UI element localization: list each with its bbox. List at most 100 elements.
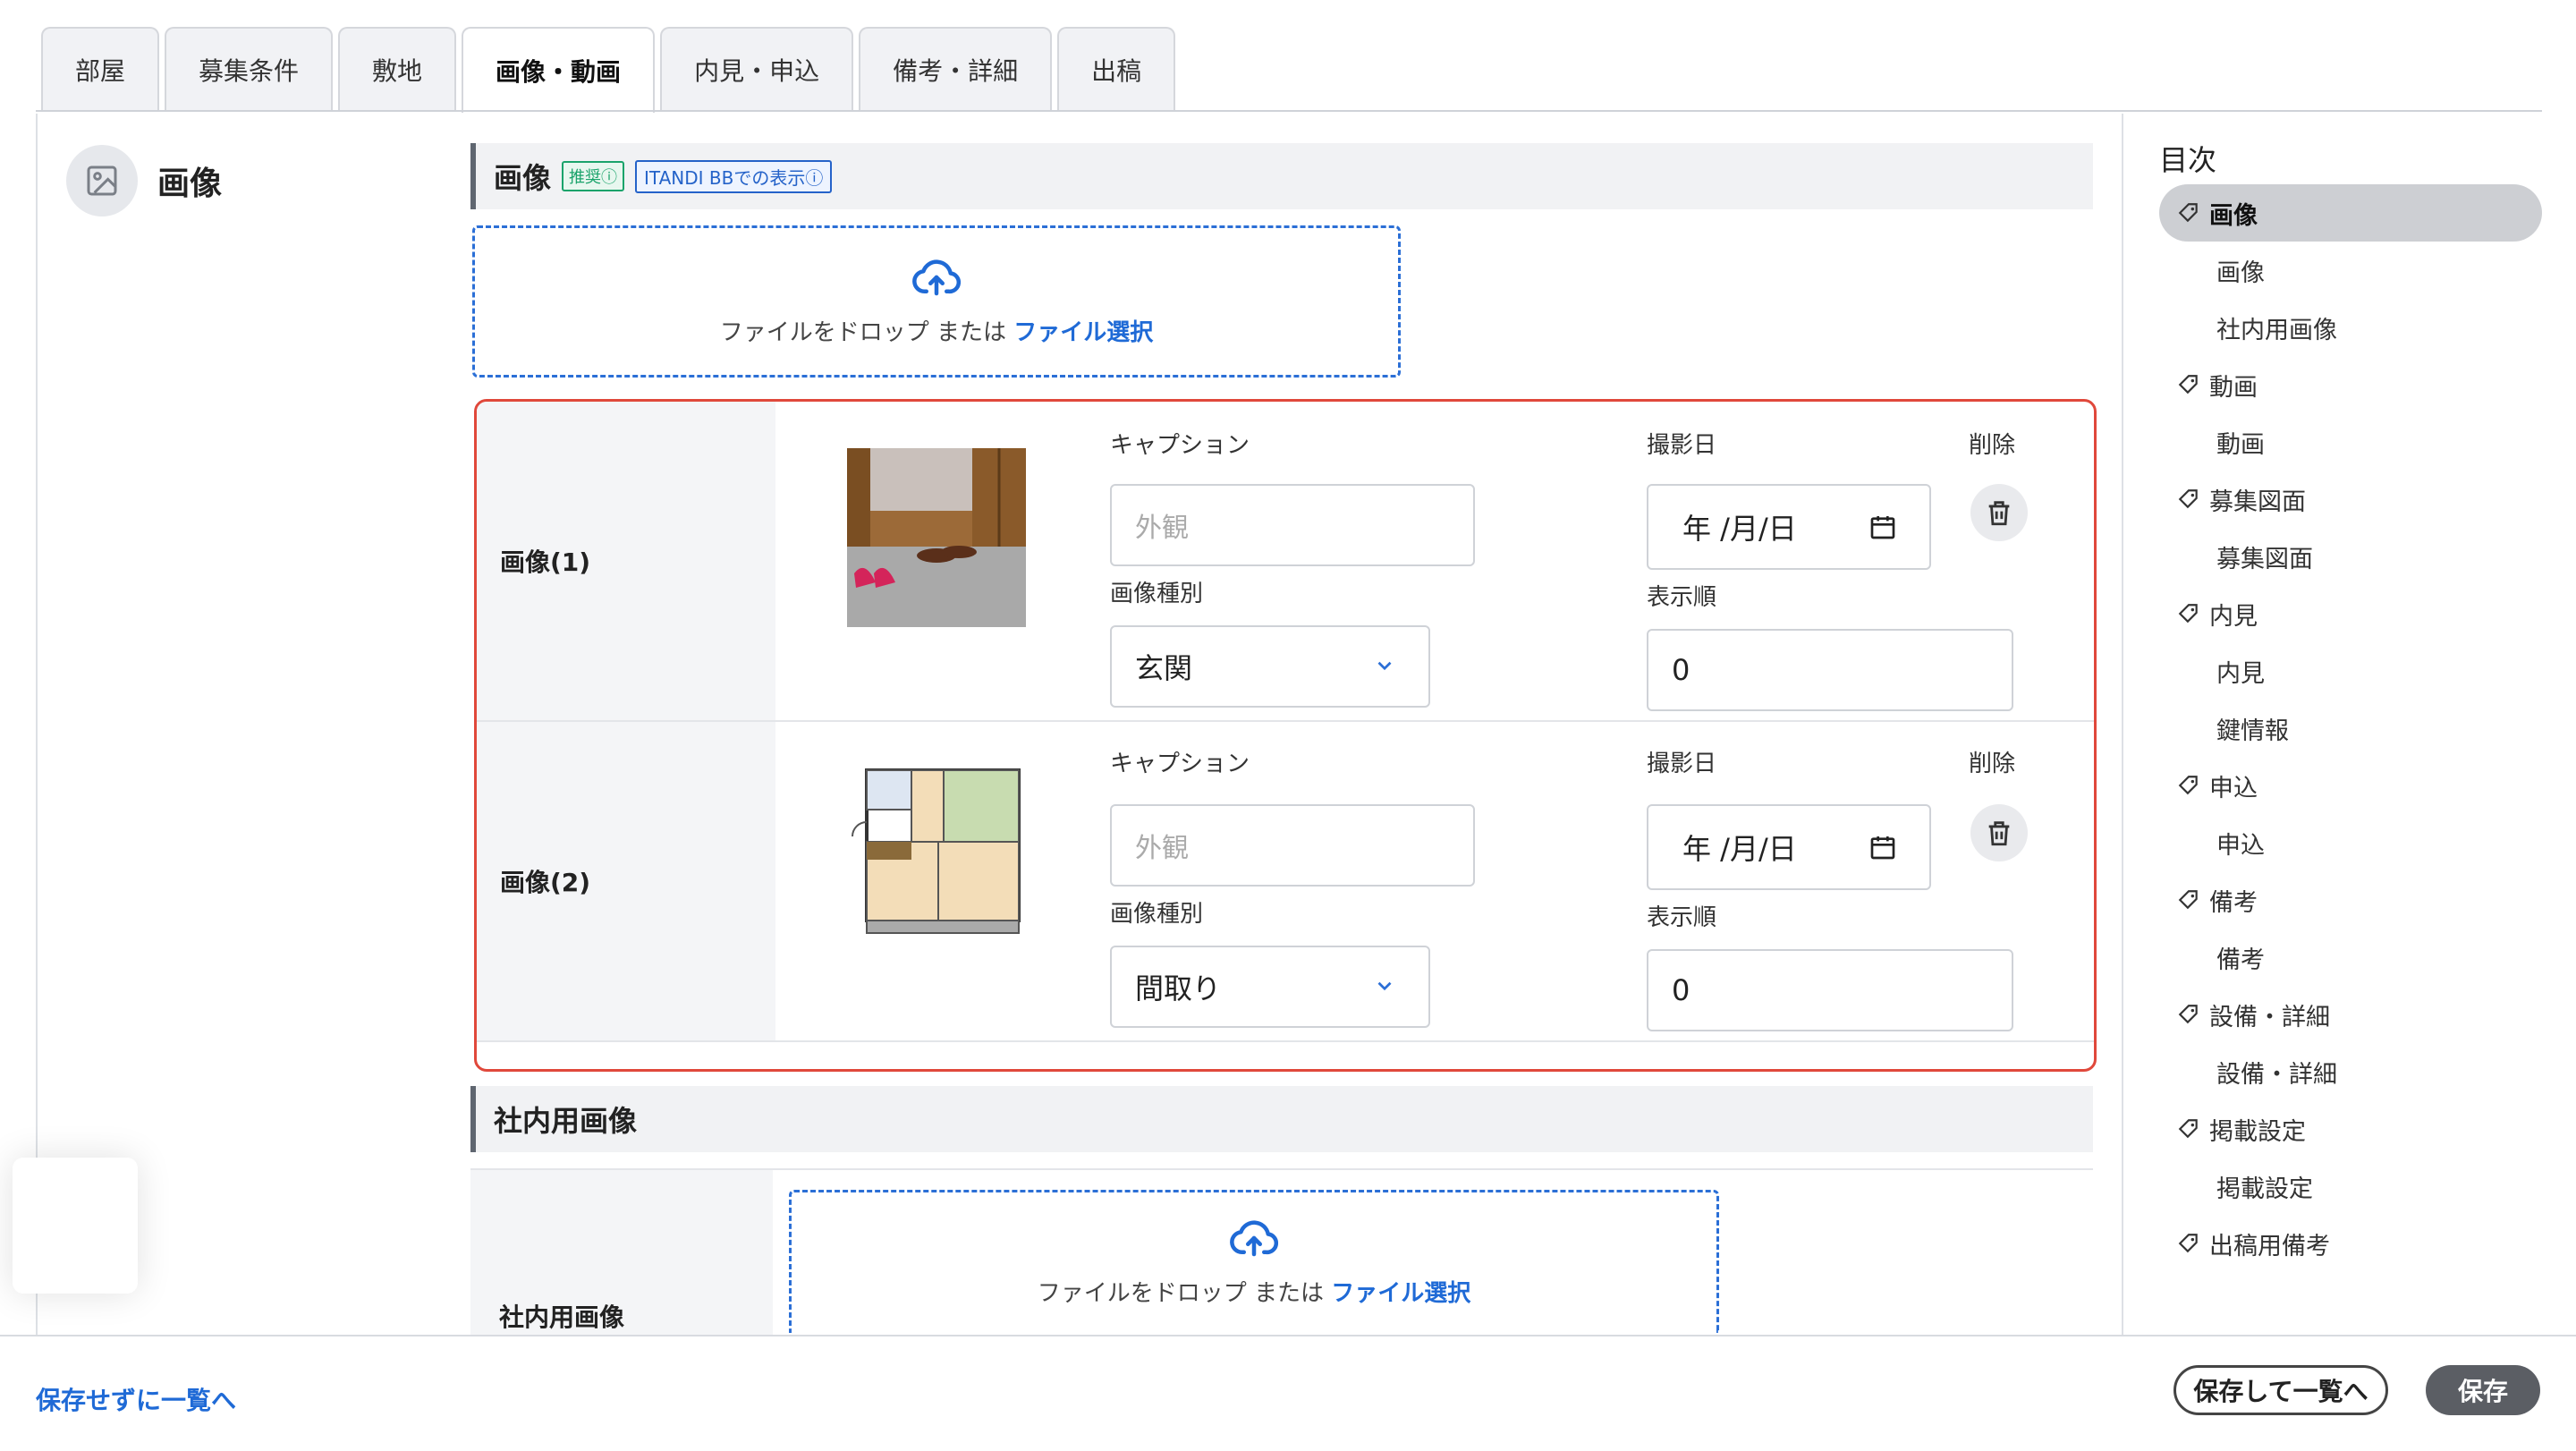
toc-item-label: 内見 [2209,602,2258,631]
toc-item-label: 備考 [2209,888,2258,917]
tab-conditions[interactable]: 募集条件 [165,27,334,111]
upload-cloud-icon [1230,1220,1278,1257]
toc-item-label: 掲載設定 [2209,1117,2306,1146]
image-type-value: 間取り [1135,972,1222,1006]
image-subheader: 画像 推奨ⓘ ITANDI BBでの表示ⓘ [470,143,2093,209]
tag-icon [2178,1119,2198,1139]
tab-site[interactable]: 敷地 [338,27,457,111]
internal-image-dropzone[interactable]: ファイルをドロップ または ファイル選択 [789,1190,1719,1333]
upload-cloud-icon [912,259,961,295]
toc-section-item[interactable]: 画像 [2159,184,2542,242]
toc-subitem[interactable]: 内見 [2159,642,2542,700]
caption-input[interactable]: 外観 [1110,484,1475,566]
entrance-photo [847,448,1026,627]
tag-icon [2178,1005,2198,1024]
chevron-down-icon [1377,981,1392,991]
calendar-icon [1870,836,1895,860]
toc-item-label: 画像 [2209,201,2258,230]
delete-label: 削除 [1969,432,2016,459]
recommended-badge: 推奨ⓘ [562,161,625,191]
shoot-date-input[interactable]: 年 /月/日 [1647,484,1931,570]
chevron-down-icon [1377,661,1392,671]
section-title: 画像 [157,165,223,202]
tag-icon [2178,604,2198,624]
toc-section-item[interactable]: 出稿用備考 [2159,1215,2542,1272]
toc-item-label: 動画 [2216,430,2265,459]
toc-section-item[interactable]: 内見 [2159,585,2542,642]
image-dropzone[interactable]: ファイルをドロップ または ファイル選択 [472,225,1401,378]
toc-item-label: 申込 [2209,774,2258,802]
delete-button[interactable] [1970,484,2028,541]
display-order-label: 表示順 [1647,584,1717,611]
toc-section-item[interactable]: 募集図面 [2159,471,2542,528]
dropzone-text: ファイルをドロップ または ファイル選択 [1037,1280,1471,1307]
toc-subitem[interactable]: 社内用画像 [2159,299,2542,356]
toc-subitem[interactable]: 掲載設定 [2159,1158,2542,1215]
floating-widget[interactable] [13,1158,138,1294]
toc-subitem[interactable]: 動画 [2159,413,2542,471]
tag-icon [2178,776,2198,795]
toc-item-label: 設備・詳細 [2209,1003,2330,1031]
shoot-date-label: 撮影日 [1647,432,1717,459]
toc-section-item[interactable]: 申込 [2159,757,2542,814]
toc-subitem[interactable]: 画像 [2159,242,2542,299]
tag-icon [2178,203,2198,223]
toc-subitem[interactable]: 申込 [2159,814,2542,871]
tag-icon [2178,890,2198,910]
tab-publish[interactable]: 出稿 [1057,27,1176,111]
toc-section-item[interactable]: 備考 [2159,871,2542,929]
image-type-select[interactable]: 間取り [1110,946,1430,1028]
save-button[interactable]: 保存 [2426,1365,2540,1415]
toc-item-label: 内見 [2216,659,2265,688]
toc-item-label: 募集図面 [2209,488,2306,516]
display-order-input[interactable]: 0 [1647,949,2013,1031]
shoot-date-input[interactable]: 年 /月/日 [1647,804,1931,890]
toc-item-label: 申込 [2216,831,2265,860]
back-without-save-link[interactable]: 保存せずに一覧へ [36,1381,236,1417]
tab-viewing-application[interactable]: 内見・申込 [660,27,854,111]
toc-item-label: 募集図面 [2216,545,2313,573]
shoot-date-value: 年 /月/日 [1682,512,1797,546]
delete-label: 削除 [1969,751,2016,777]
image-type-label: 画像種別 [1110,581,1204,607]
toc-section-item[interactable]: 設備・詳細 [2159,986,2542,1043]
footer-bar: 保存せずに一覧へ 保存して一覧へ 保存 [0,1335,2576,1451]
image-subheader-title: 画像 [494,161,552,195]
delete-button[interactable] [1970,804,2028,861]
image-type-select[interactable]: 玄関 [1110,625,1430,708]
image-row-label: 画像(1) [477,402,775,720]
display-order-input[interactable]: 0 [1647,629,2013,711]
save-and-back-button[interactable]: 保存して一覧へ [2174,1365,2388,1415]
image-row-label: 画像(2) [477,722,775,1040]
file-select-link[interactable]: ファイル選択 [1331,1280,1470,1307]
tag-icon [2178,489,2198,509]
tab-images-videos[interactable]: 画像・動画 [462,27,656,113]
section-heading: 画像 [66,145,222,216]
tab-room[interactable]: 部屋 [41,27,160,111]
image-icon [66,145,138,216]
toc-subitem[interactable]: 鍵情報 [2159,700,2542,757]
shoot-date-value: 年 /月/日 [1682,832,1797,866]
tab-bar: 部屋 募集条件 敷地 画像・動画 内見・申込 備考・詳細 出稿 [41,27,1176,113]
toc-subitem[interactable]: 設備・詳細 [2159,1043,2542,1100]
image-type-value: 玄関 [1135,651,1193,685]
toc-item-label: 鍵情報 [2216,717,2289,745]
internal-image-subheader: 社内用画像 [470,1086,2093,1152]
itandi-display-badge[interactable]: ITANDI BBでの表示ⓘ [635,159,833,193]
caption-input[interactable]: 外観 [1110,804,1475,887]
toc-item-label: 動画 [2209,373,2258,402]
toc-subitem[interactable]: 募集図面 [2159,528,2542,585]
toc-item-label: 備考 [2216,946,2265,974]
internal-image-title: 社内用画像 [494,1104,638,1138]
file-select-link[interactable]: ファイル選択 [1013,319,1153,346]
shoot-date-label: 撮影日 [1647,751,1717,777]
toc-item-label: 画像 [2216,259,2265,287]
image-row: 画像(2) キャプション 外観 画像種別 間取り 撮影日 年 /月/日 表示順 … [477,722,2094,1042]
toc-subitem[interactable]: 備考 [2159,929,2542,986]
toc-section-item[interactable]: 動画 [2159,356,2542,413]
table-of-contents: 画像 画像 社内用画像 動画 動画 募集図面 募集図面 内見 内見 鍵情報 申込 申込 備考 備考 設備・詳… [2159,184,2542,1272]
tab-notes-details[interactable]: 備考・詳細 [859,27,1053,111]
display-order-label: 表示順 [1647,904,1717,931]
toc-item-label: 出稿用備考 [2209,1232,2330,1260]
toc-section-item[interactable]: 掲載設定 [2159,1100,2542,1158]
